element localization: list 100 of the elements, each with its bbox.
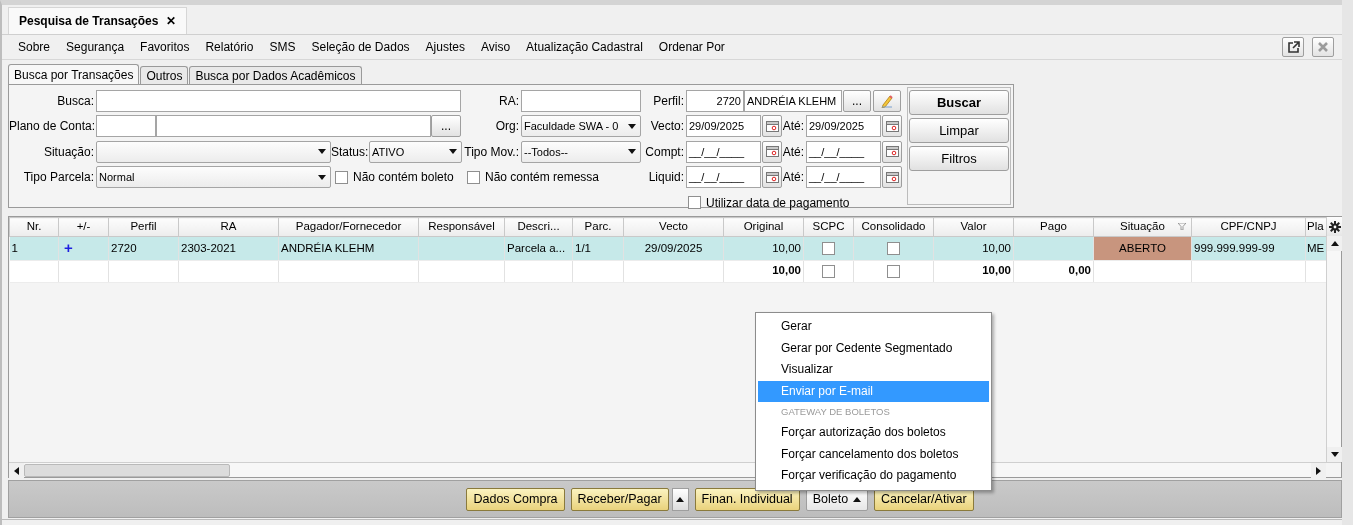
field-label: Liquid: [647, 169, 685, 187]
calendar-button[interactable] [882, 140, 902, 163]
field-label: Perfil: [652, 92, 685, 110]
action-button[interactable]: Limpar [909, 118, 1009, 143]
checkbox[interactable] [335, 170, 348, 184]
popout-button[interactable] [1282, 37, 1304, 57]
input-field[interactable]: 2720 [686, 89, 744, 112]
input-field[interactable]: __/__/____ [806, 166, 881, 189]
table-cell: 29/09/2025 [623, 236, 724, 260]
input-field[interactable] [96, 89, 461, 112]
dropdown-field[interactable]: --Todos-- [521, 140, 641, 163]
tab[interactable]: Busca por Transações [8, 64, 140, 84]
checkbox[interactable] [467, 170, 480, 184]
table-cell: 999.999.999-99 [1191, 236, 1306, 260]
edit-button[interactable] [873, 89, 901, 112]
checkbox-label: Não contém remessa [485, 169, 600, 187]
action-button[interactable]: Dados Compra [466, 487, 565, 511]
input-field[interactable] [96, 115, 156, 138]
input-field[interactable] [156, 115, 431, 138]
field-label: Compt: [644, 143, 685, 161]
input-field[interactable]: __/__/____ [806, 140, 881, 163]
calendar-button[interactable] [762, 140, 782, 163]
checkbox[interactable] [688, 196, 701, 210]
input-field[interactable]: 29/09/2025 [686, 115, 761, 138]
lookup-button[interactable]: ... [843, 89, 871, 112]
input-field[interactable]: __/__/____ [686, 166, 761, 189]
dropdown-field[interactable]: Normal [96, 166, 331, 189]
checkbox[interactable] [822, 264, 835, 278]
calendar-button[interactable] [882, 166, 902, 189]
arrow-right-icon [1315, 466, 1322, 475]
calendar-button[interactable] [882, 115, 902, 138]
menu-item[interactable]: Ordenar Por [650, 38, 733, 56]
input-field[interactable]: __/__/____ [686, 140, 761, 163]
action-button[interactable]: Buscar [909, 90, 1009, 115]
arrow-left-icon [13, 466, 20, 475]
table-row[interactable]: 10,00 10,00 0,00 [9, 260, 1326, 282]
menu-item[interactable]: Relatório [197, 38, 262, 56]
menu-item[interactable]: Sobre [10, 38, 59, 56]
checkbox-label: Não contém boleto [353, 169, 454, 187]
spin-button[interactable] [671, 487, 689, 511]
dropdown-field[interactable] [96, 140, 331, 163]
action-button[interactable]: Filtros [909, 146, 1009, 171]
field-label: Status: [331, 143, 369, 161]
field-label: Vecto: [649, 118, 685, 136]
menu-item[interactable]: Gerar por Cedente Segmentado [758, 337, 989, 359]
input-field[interactable]: ANDRÉIA KLEHM [744, 89, 842, 112]
checkbox[interactable] [887, 242, 900, 256]
scroll-right-button[interactable] [1311, 463, 1326, 478]
calendar-icon [765, 171, 779, 183]
field-label: RA: [498, 92, 520, 110]
column-header[interactable]: RA [220, 220, 237, 233]
calendar-icon [765, 146, 779, 158]
field-label: Org: [494, 118, 520, 136]
menu-item[interactable]: Forçar cancelamento dos boletos [758, 443, 989, 465]
column-header[interactable]: Vecto [659, 220, 688, 233]
input-field[interactable] [521, 89, 641, 112]
action-button[interactable]: Receber/Pagar [570, 487, 669, 511]
field-label: Tipo Mov.: [463, 143, 520, 161]
gear-icon[interactable] [1328, 220, 1341, 233]
menu-item[interactable]: Seleção de Dados [303, 38, 418, 56]
calendar-button[interactable] [762, 115, 782, 138]
calendar-icon [885, 171, 899, 183]
scrollbar-thumb[interactable] [24, 464, 230, 477]
arrow-up-icon [676, 495, 685, 503]
menu-item[interactable]: Ajustes [417, 38, 473, 56]
dropdown-field[interactable]: ATIVO [369, 140, 462, 163]
lookup-button[interactable]: ... [431, 115, 461, 138]
tab[interactable]: Busca por Dados Acadêmicos [189, 66, 362, 84]
scroll-left-button[interactable] [9, 463, 24, 478]
column-header[interactable]: +/- [76, 220, 91, 233]
dropdown-field[interactable]: Faculdade SWA - 0 [521, 115, 641, 138]
caret-icon [628, 122, 636, 130]
checkbox[interactable] [887, 264, 900, 278]
scroll-up-button[interactable] [1327, 236, 1342, 251]
window-tab[interactable]: Pesquisa de Transações ✕ [8, 7, 188, 34]
menu-item[interactable]: Gerar [758, 316, 989, 338]
caret-icon [853, 495, 862, 503]
menu-item[interactable]: Segurança [58, 38, 133, 56]
menu-item[interactable]: Atualização Cadastral [518, 38, 651, 56]
menu-section-header: GATEWAY DE BOLETOS [780, 405, 891, 419]
menu-item[interactable]: Forçar autorização dos boletos [758, 422, 989, 444]
calendar-button[interactable] [762, 166, 782, 189]
scroll-down-button[interactable] [1327, 447, 1342, 462]
table-cell: ANDRÉIA KLEHM [278, 236, 419, 260]
table-row[interactable]: 1 + 2720 2303-2021 ANDRÉIA KLEHM Parcela a... 1/1 29/09/2025 10,00 10,00 ABERTO 999.999.999-99 ME [9, 236, 1326, 260]
checkbox[interactable] [822, 242, 835, 256]
calendar-icon [765, 120, 779, 132]
menu-item[interactable]: Visualizar [758, 359, 989, 381]
caret-icon [318, 173, 326, 181]
caret-icon [449, 148, 457, 156]
tab[interactable]: Outros [140, 66, 189, 84]
menu-item[interactable]: SMS [261, 38, 304, 56]
close-icon [1317, 41, 1329, 53]
action-button[interactable]: Finan. Individual [694, 487, 800, 511]
menu-item[interactable]: Favoritos [132, 38, 198, 56]
input-field[interactable]: 29/09/2025 [806, 115, 881, 138]
menu-item[interactable]: Forçar verificação do pagamento [758, 465, 989, 487]
close-icon[interactable]: ✕ [166, 12, 177, 30]
menu-item[interactable]: Aviso [472, 38, 519, 56]
expand-toggle[interactable]: + [64, 239, 73, 256]
